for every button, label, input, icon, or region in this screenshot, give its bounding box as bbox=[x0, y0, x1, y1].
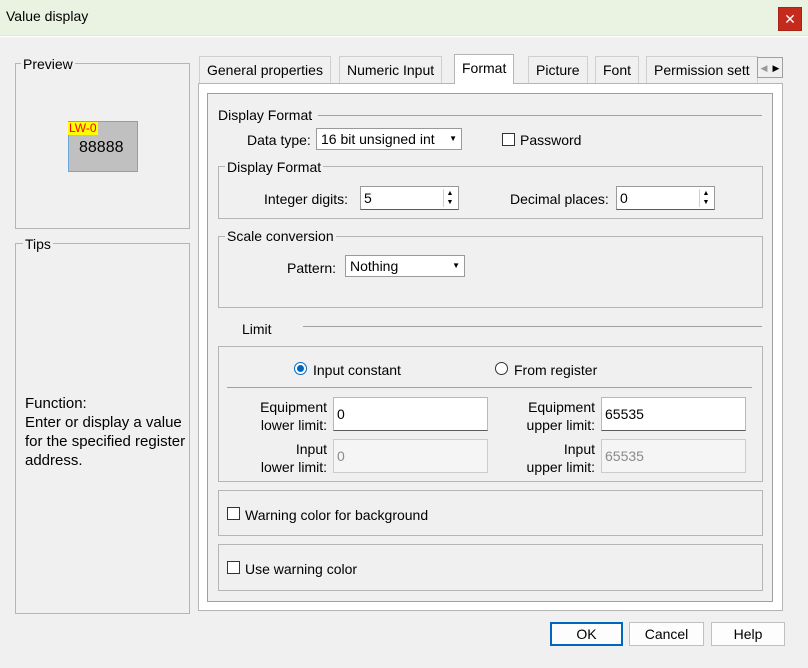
cancel-button[interactable]: Cancel bbox=[629, 622, 704, 646]
spin-up-icon[interactable]: ▲ bbox=[700, 189, 712, 198]
tab-numeric-input[interactable]: Numeric Input bbox=[339, 56, 443, 83]
tab-general-properties[interactable]: General properties bbox=[199, 56, 331, 83]
equipment-lower-limit-input[interactable]: 0 bbox=[333, 397, 488, 431]
tab-scroll-arrows: ◀ ▶ bbox=[757, 57, 783, 78]
tab-scroll-right-icon[interactable]: ▶ bbox=[770, 59, 782, 78]
tab-font[interactable]: Font bbox=[595, 56, 640, 83]
help-button[interactable]: Help bbox=[711, 622, 785, 646]
ok-button[interactable]: OK bbox=[550, 622, 623, 646]
preview-address-tag: LW-0 bbox=[68, 121, 98, 135]
tips-text: Function: Enter or display a value for t… bbox=[25, 395, 186, 469]
spin-up-icon[interactable]: ▲ bbox=[444, 189, 456, 198]
tab-permission-settings[interactable]: Permission sett bbox=[646, 56, 758, 83]
integer-digits-spin-buttons: ▲ ▼ bbox=[443, 189, 456, 207]
data-type-select[interactable]: 16 bit unsigned int ▼ bbox=[316, 128, 462, 150]
from-register-label: From register bbox=[514, 362, 598, 378]
display-format-group-label: Display Format bbox=[225, 159, 324, 175]
window-title: Value display bbox=[6, 8, 89, 24]
from-register-radio[interactable] bbox=[495, 362, 508, 375]
display-format-label: Display Format bbox=[218, 107, 313, 123]
decimal-places-value: 0 bbox=[620, 190, 628, 206]
pattern-value: Nothing bbox=[350, 258, 399, 274]
decimal-places-stepper[interactable]: 0 ▲ ▼ bbox=[616, 186, 715, 210]
tab-scroll-left-icon[interactable]: ◀ bbox=[758, 59, 770, 78]
chevron-down-icon: ▼ bbox=[452, 261, 460, 270]
close-button[interactable]: ✕ bbox=[778, 7, 802, 31]
integer-digits-label: Integer digits: bbox=[264, 191, 349, 207]
decimal-places-spin-buttons: ▲ ▼ bbox=[699, 189, 712, 207]
chevron-down-icon: ▼ bbox=[449, 134, 457, 143]
password-label: Password bbox=[520, 132, 582, 148]
tab-format[interactable]: Format bbox=[454, 54, 515, 84]
input-constant-label: Input constant bbox=[313, 362, 401, 378]
title-bar bbox=[0, 0, 808, 36]
preview-group-label: Preview bbox=[21, 56, 75, 72]
scale-conversion-label: Scale conversion bbox=[225, 228, 336, 244]
input-upper-limit-input: 65535 bbox=[601, 439, 746, 473]
equipment-upper-limit-input[interactable]: 65535 bbox=[601, 397, 746, 431]
equipment-upper-limit-label: Equipment upper limit: bbox=[526, 399, 595, 433]
pattern-label: Pattern: bbox=[287, 260, 337, 276]
preview-value: 88888 bbox=[79, 139, 124, 156]
tab-picture[interactable]: Picture bbox=[528, 56, 588, 83]
limit-label: Limit bbox=[242, 321, 272, 337]
equipment-lower-limit-label: Equipment lower limit: bbox=[260, 399, 327, 433]
limit-divider bbox=[303, 326, 762, 327]
use-warning-checkbox[interactable] bbox=[227, 561, 240, 574]
input-constant-radio[interactable] bbox=[294, 362, 307, 375]
display-format-divider bbox=[318, 115, 762, 116]
data-type-label: Data type: bbox=[247, 132, 311, 148]
spin-down-icon[interactable]: ▼ bbox=[444, 198, 456, 207]
integer-digits-value: 5 bbox=[364, 190, 372, 206]
input-lower-limit-label: Input lower limit: bbox=[260, 441, 327, 475]
integer-digits-stepper[interactable]: 5 ▲ ▼ bbox=[360, 186, 459, 210]
input-upper-limit-label: Input upper limit: bbox=[526, 441, 595, 475]
data-type-value: 16 bit unsigned int bbox=[321, 131, 435, 147]
warning-bg-label: Warning color for background bbox=[245, 507, 429, 523]
warning-bg-checkbox[interactable] bbox=[227, 507, 240, 520]
pattern-select[interactable]: Nothing ▼ bbox=[345, 255, 465, 277]
tips-group-label: Tips bbox=[23, 236, 53, 252]
limit-separator bbox=[227, 387, 752, 388]
spin-down-icon[interactable]: ▼ bbox=[700, 198, 712, 207]
input-lower-limit-input: 0 bbox=[333, 439, 488, 473]
decimal-places-label: Decimal places: bbox=[510, 191, 609, 207]
use-warning-label: Use warning color bbox=[245, 561, 358, 577]
password-checkbox[interactable] bbox=[502, 133, 515, 146]
